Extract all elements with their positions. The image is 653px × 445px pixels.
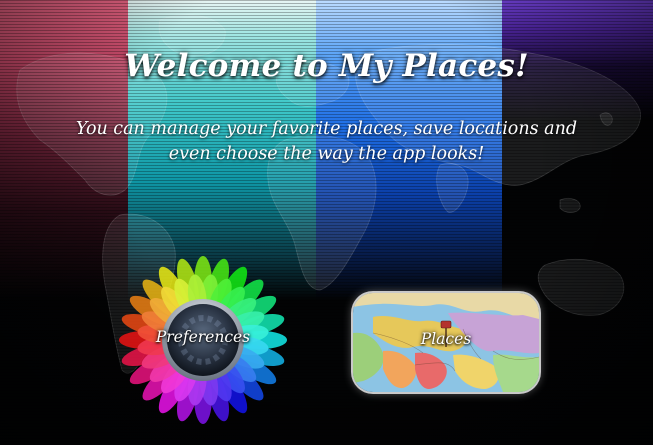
places-label: Places: [420, 330, 472, 348]
page-title: Welcome to My Places!: [124, 48, 529, 84]
preferences-label: Preferences: [155, 328, 251, 346]
preferences-button[interactable]: Preferences: [118, 256, 288, 424]
page-subtitle: You can manage your favorite places, sav…: [75, 119, 578, 164]
welcome-screen: Welcome to My Places! You can manage you…: [0, 0, 653, 445]
places-button[interactable]: Places: [353, 293, 539, 392]
